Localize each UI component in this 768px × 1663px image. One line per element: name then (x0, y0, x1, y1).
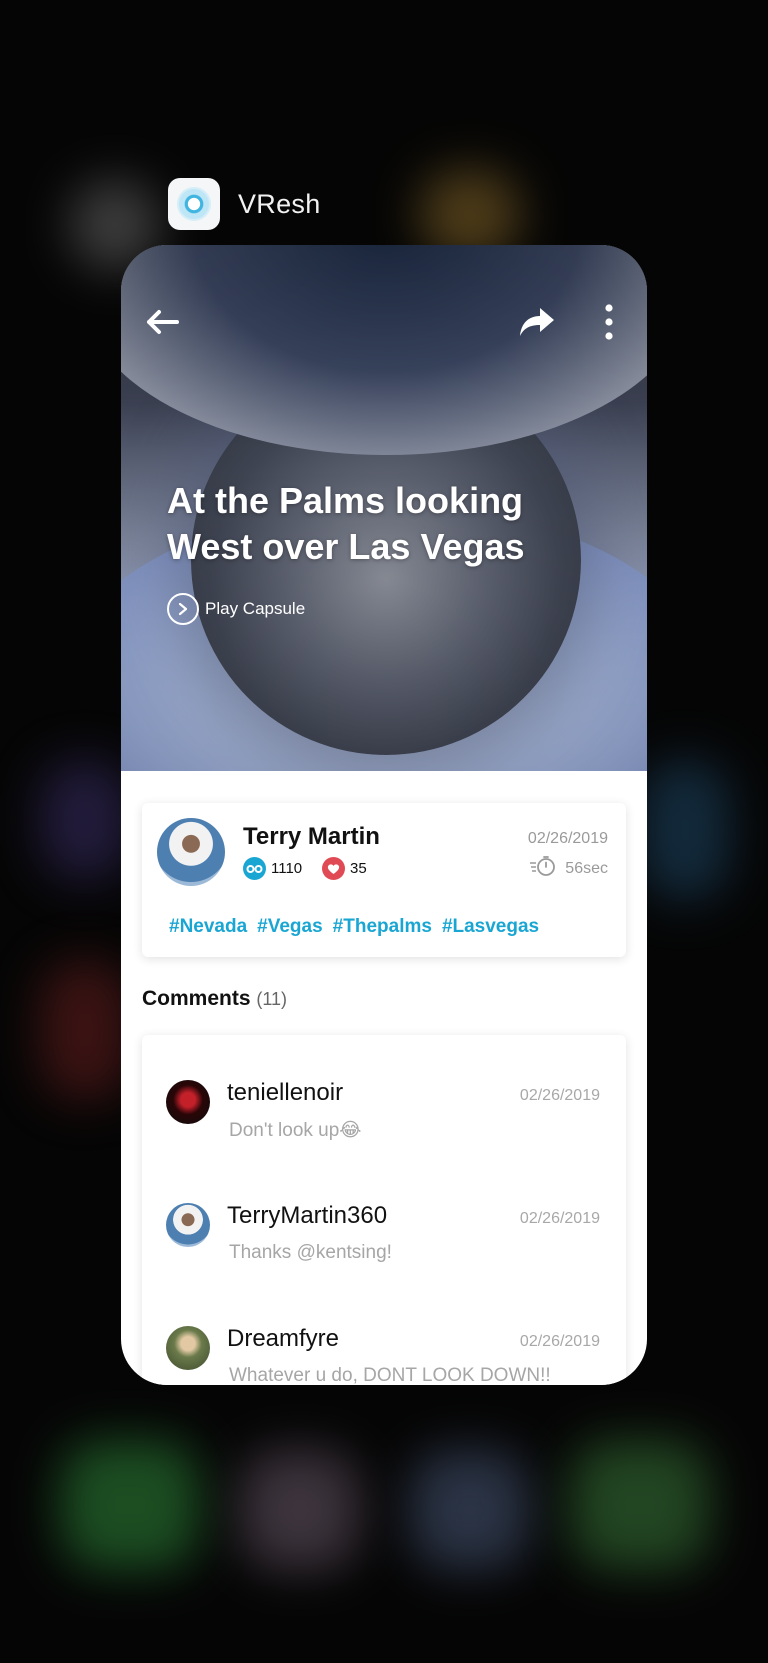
background-app-blur (40, 760, 130, 880)
app-card[interactable]: At the Palms looking West over Las Vegas… (121, 245, 647, 1385)
comment-date: 02/26/2019 (519, 1333, 600, 1350)
commenter-avatar[interactable] (166, 1203, 210, 1247)
comment-item[interactable]: TerryMartin360 02/26/2019 Thanks @kentsi… (142, 1158, 626, 1268)
more-options-button[interactable] (587, 302, 631, 346)
capsule-duration: 56sec (529, 855, 608, 882)
background-app-blur (240, 1450, 360, 1570)
capsule-hero-image[interactable]: At the Palms looking West over Las Vegas… (121, 245, 647, 771)
capsule-title: At the Palms looking West over Las Vegas (167, 480, 525, 567)
play-icon (167, 593, 199, 625)
hashtag[interactable]: #Lasvegas (442, 916, 539, 938)
likes-stat[interactable]: 35 (322, 857, 367, 880)
app-switcher-label[interactable]: VResh (168, 178, 321, 230)
vr-views-icon (243, 857, 266, 880)
background-app-blur (410, 1450, 530, 1570)
commenter-name[interactable]: TerryMartin360 (227, 1202, 387, 1230)
comments-list: teniellenoir 02/26/2019 Don't look up😂 T… (142, 1035, 626, 1385)
author-name[interactable]: Terry Martin (243, 823, 380, 851)
views-stat: 1110 (243, 857, 302, 880)
play-capsule-label: Play Capsule (205, 599, 306, 618)
back-button[interactable] (141, 302, 185, 346)
comments-title: Comments (142, 987, 251, 1010)
more-vertical-icon (604, 303, 614, 345)
comment-date: 02/26/2019 (519, 1210, 600, 1227)
heart-icon (322, 857, 345, 880)
comments-heading: Comments (11) (142, 987, 287, 1011)
hashtag[interactable]: #Thepalms (333, 916, 432, 938)
app-name: VResh (238, 188, 321, 219)
commenter-avatar[interactable] (166, 1326, 210, 1370)
duration-value: 56sec (565, 859, 608, 877)
background-app-blur (570, 1440, 710, 1570)
commenter-name[interactable]: teniellenoir (227, 1079, 343, 1107)
share-button[interactable] (515, 302, 559, 346)
background-app-blur (40, 960, 130, 1100)
likes-count: 35 (350, 860, 367, 877)
commenter-name[interactable]: Dreamfyre (227, 1325, 339, 1353)
background-app-blur (640, 760, 730, 900)
vresh-app-icon (168, 178, 220, 230)
timer-icon (529, 855, 557, 882)
play-capsule-button[interactable]: Play Capsule (167, 593, 305, 625)
comment-text: Thanks @kentsing! (229, 1242, 392, 1263)
views-count: 1110 (271, 860, 303, 877)
background-app-blur (60, 1440, 200, 1570)
comment-text: Don't look up😂 (229, 1120, 362, 1141)
hashtag[interactable]: #Nevada (169, 916, 247, 938)
comment-item[interactable]: teniellenoir 02/26/2019 Don't look up😂 (142, 1035, 626, 1145)
arrow-left-icon (145, 308, 181, 341)
tag-list: #Nevada #Vegas #Thepalms #Lasvegas (169, 916, 539, 938)
comment-text: Whatever u do, DONT LOOK DOWN!! (229, 1365, 551, 1385)
author-card: Terry Martin 1110 35 02/26/2019 56sec #N… (142, 803, 626, 957)
comments-count: (11) (256, 989, 288, 1009)
comment-date: 02/26/2019 (519, 1087, 600, 1104)
share-arrow-icon (518, 306, 556, 343)
author-avatar[interactable] (157, 818, 225, 886)
capsule-date: 02/26/2019 (527, 830, 608, 847)
commenter-avatar[interactable] (166, 1080, 210, 1124)
hashtag[interactable]: #Vegas (257, 916, 323, 938)
comment-item[interactable]: Dreamfyre 02/26/2019 Whatever u do, DONT… (142, 1281, 626, 1385)
